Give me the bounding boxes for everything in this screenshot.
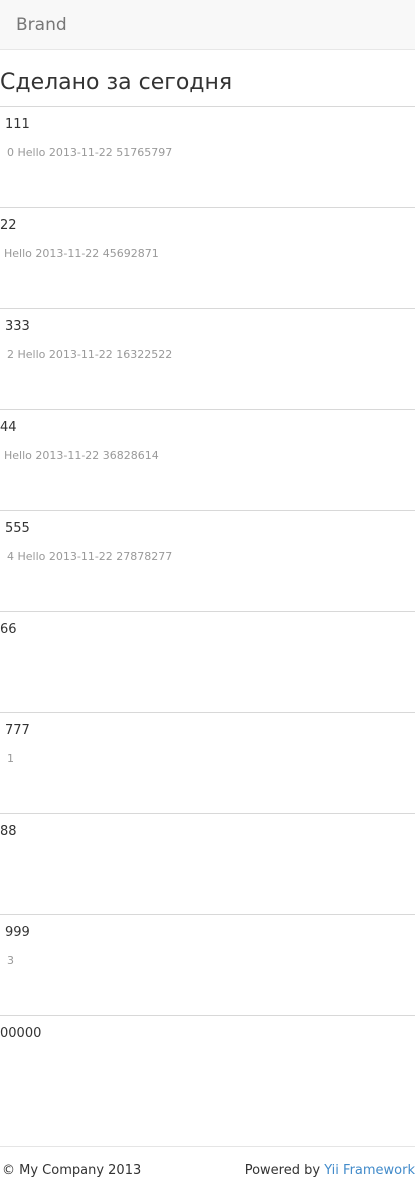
list-item[interactable]: 44 Hello 2013-11-22 36828614 (0, 409, 415, 510)
task-title: 66 (0, 622, 17, 637)
task-details: Hello 2013-11-22 36828614 (4, 449, 159, 462)
list-item[interactable]: 66 (0, 611, 415, 712)
list-item[interactable]: 88 (0, 813, 415, 914)
list-item[interactable]: 00000 (0, 1015, 415, 1116)
task-title: 999 (5, 925, 30, 940)
page-title: Сделано за сегодня (0, 70, 233, 95)
list-item[interactable]: 333 2 Hello 2013-11-22 16322522 (0, 308, 415, 409)
task-details: 3 (7, 954, 14, 967)
list-item[interactable]: 999 3 (0, 914, 415, 1015)
task-title: 22 (0, 218, 17, 233)
task-details: 0 Hello 2013-11-22 51765797 (7, 146, 173, 159)
task-details: 4 Hello 2013-11-22 27878277 (7, 550, 173, 563)
task-title: 333 (5, 319, 30, 334)
task-details: 2 Hello 2013-11-22 16322522 (7, 348, 173, 361)
task-title: 44 (0, 420, 17, 435)
list-item[interactable]: 111 0 Hello 2013-11-22 51765797 (0, 106, 415, 207)
copyright-text: © My Company 2013 (2, 1163, 142, 1178)
task-details: 1 (7, 752, 14, 765)
task-details: Hello 2013-11-22 45692871 (4, 247, 159, 260)
list-item[interactable]: 22 Hello 2013-11-22 45692871 (0, 207, 415, 308)
task-title: 00000 (0, 1026, 42, 1041)
task-title: 555 (5, 521, 30, 536)
task-title: 88 (0, 824, 17, 839)
list-item[interactable]: 555 4 Hello 2013-11-22 27878277 (0, 510, 415, 611)
task-list: 111 0 Hello 2013-11-22 51765797 22 Hello… (0, 106, 415, 1116)
task-title: 111 (5, 117, 30, 132)
task-title: 777 (5, 723, 30, 738)
navbar: Brand (0, 0, 415, 50)
list-item[interactable]: 777 1 (0, 712, 415, 813)
powered-by: Powered by Yii Framework (245, 1163, 415, 1179)
brand-link[interactable]: Brand (16, 14, 67, 36)
footer: © My Company 2013 Powered by Yii Framewo… (0, 1146, 415, 1192)
powered-by-label: Powered by (244, 1163, 325, 1178)
yii-framework-link[interactable]: Yii Framework (324, 1163, 415, 1178)
